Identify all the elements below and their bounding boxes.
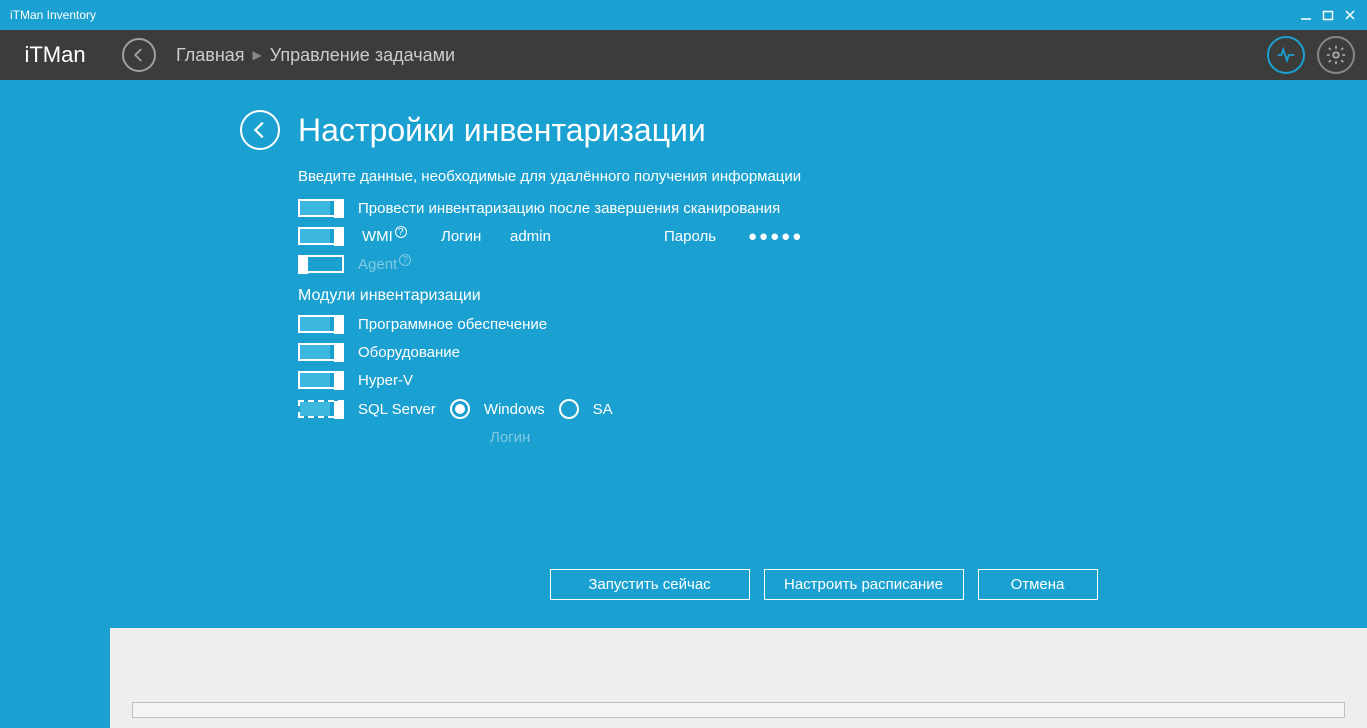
toggle-agent[interactable] (298, 255, 344, 273)
sql-login-label: Логин (490, 429, 530, 446)
toggle-hardware[interactable] (298, 343, 344, 361)
toggle-hyperv[interactable] (298, 371, 344, 389)
run-now-button[interactable]: Запустить сейчас (550, 569, 750, 600)
toggle-wmi[interactable] (298, 227, 344, 245)
breadcrumb-current[interactable]: Управление задачами (270, 45, 455, 66)
help-icon[interactable]: ? (399, 254, 411, 266)
header-bar: iTMan Главная ▶ Управление задачами (0, 30, 1367, 80)
wmi-login-label: Логин (441, 228, 496, 245)
module-software-label: Программное обеспечение (358, 316, 547, 333)
titlebar: iTMan Inventory (0, 0, 1367, 30)
modal-back-button[interactable] (240, 110, 280, 150)
module-hardware-label: Оборудование (358, 344, 460, 361)
toggle-scan-after[interactable] (298, 199, 344, 217)
modal-title: Настройки инвентаризации (298, 112, 706, 149)
chevron-right-icon: ▶ (253, 48, 262, 62)
toggle-scan-label: Провести инвентаризацию после завершения… (358, 200, 780, 217)
breadcrumb-home[interactable]: Главная (176, 45, 245, 66)
radio-sa-auth[interactable] (559, 399, 579, 419)
schedule-button[interactable]: Настроить расписание (764, 569, 964, 600)
header-back-button[interactable] (122, 38, 156, 72)
toggle-software[interactable] (298, 315, 344, 333)
radio-sa-label: SA (593, 401, 613, 418)
settings-icon[interactable] (1317, 36, 1355, 74)
module-sqlserver-label: SQL Server (358, 401, 436, 418)
modules-section-label: Модули инвентаризации (298, 287, 1367, 305)
wmi-label: WMI? (362, 228, 427, 245)
wmi-password-value[interactable]: ●●●●● (748, 228, 848, 245)
breadcrumb: Главная ▶ Управление задачами (176, 45, 455, 66)
wmi-login-value[interactable]: admin (510, 228, 650, 245)
cancel-button[interactable]: Отмена (978, 569, 1098, 600)
app-logo: iTMan (0, 30, 110, 80)
inventory-settings-modal: Настройки инвентаризации Введите данные,… (0, 80, 1367, 628)
wmi-password-label: Пароль (664, 228, 734, 245)
radio-windows-label: Windows (484, 401, 545, 418)
minimize-button[interactable] (1295, 4, 1317, 26)
agent-label: Agent? (358, 256, 411, 273)
content-panel (132, 702, 1345, 718)
close-button[interactable] (1339, 4, 1361, 26)
radio-windows-auth[interactable] (450, 399, 470, 419)
module-hyperv-label: Hyper-V (358, 372, 413, 389)
activity-icon[interactable] (1267, 36, 1305, 74)
maximize-button[interactable] (1317, 4, 1339, 26)
toggle-sqlserver[interactable] (298, 400, 344, 418)
help-icon[interactable]: ? (395, 226, 407, 238)
modal-subtitle: Введите данные, необходимые для удалённо… (298, 168, 1367, 185)
window-title: iTMan Inventory (10, 8, 96, 22)
